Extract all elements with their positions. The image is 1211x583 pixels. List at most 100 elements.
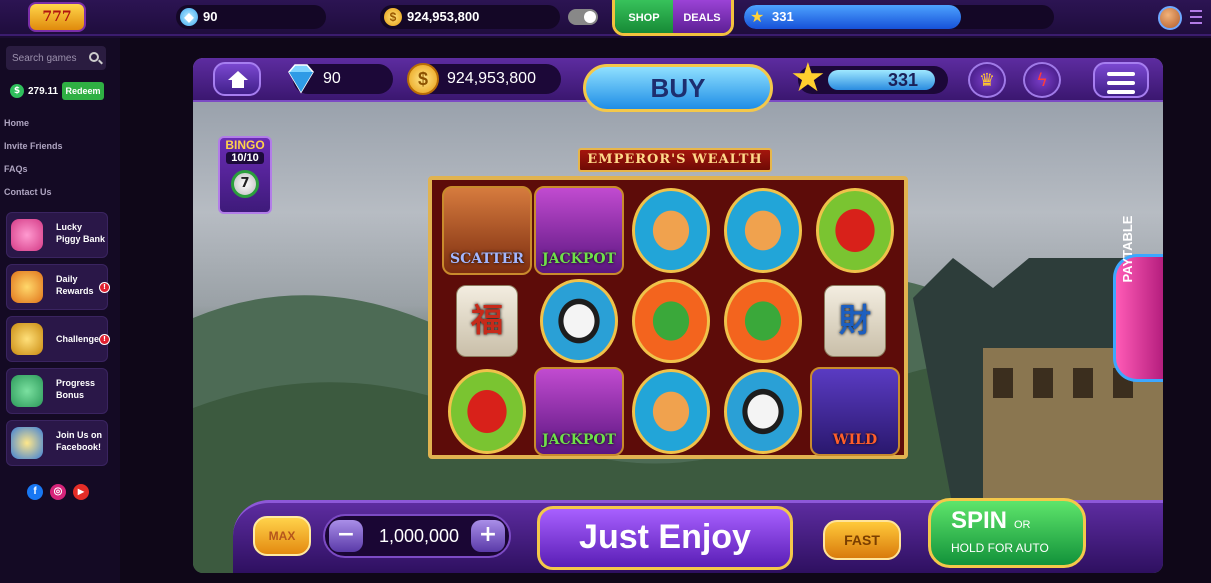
sidebar: $ 279.11 Redeem Home Invite Friends FAQs… bbox=[0, 38, 120, 583]
game-coin-count: 924,953,800 bbox=[447, 70, 536, 87]
promo-label: Lucky Piggy Bank bbox=[56, 222, 106, 244]
bingo-ball-icon: 7 bbox=[231, 170, 259, 198]
gem-balance: ◆ 90 bbox=[176, 5, 326, 29]
promo-lucky-piggy-bank[interactable]: Lucky Piggy Bank bbox=[6, 212, 108, 258]
star-icon: ★ bbox=[790, 58, 826, 101]
xp-progress-bar: ★ 331 bbox=[744, 5, 1054, 29]
coin-icon: $ bbox=[407, 63, 439, 95]
bingo-count: 10/10 bbox=[226, 152, 264, 164]
currency-toggle-icon[interactable] bbox=[568, 9, 598, 25]
cash-balance-row: $ 279.11 Redeem bbox=[10, 82, 110, 102]
symbol-caption: WILD bbox=[832, 431, 878, 448]
home-icon bbox=[228, 71, 248, 88]
level-value: 331 bbox=[887, 70, 918, 90]
shop-deals-tabs: SHOP DEALS bbox=[612, 0, 734, 36]
shop-button[interactable]: SHOP bbox=[615, 0, 673, 33]
bet-increase-button[interactable]: + bbox=[471, 520, 505, 552]
home-button[interactable] bbox=[213, 62, 261, 96]
slot-symbol-jackpot: JACKPOT bbox=[534, 367, 624, 456]
game-title: EMPEROR'S WEALTH bbox=[578, 148, 772, 172]
slot-symbol-tile: 福 bbox=[456, 284, 518, 358]
spin-or-label: OR bbox=[1014, 519, 1031, 531]
bet-decrease-button[interactable]: − bbox=[329, 520, 363, 552]
lightning-icon: ϟ bbox=[1036, 70, 1048, 91]
coins-icon bbox=[11, 427, 43, 459]
symbol-caption: 財 bbox=[838, 300, 871, 339]
gem-icon bbox=[288, 64, 314, 94]
promo-daily-rewards[interactable]: Daily Rewards ! bbox=[6, 264, 110, 310]
slot-symbol-panda bbox=[540, 278, 618, 364]
promo-join-facebook[interactable]: Join Us on Facebook! bbox=[6, 420, 108, 466]
gem-count: 90 bbox=[203, 9, 218, 24]
spin-button[interactable]: SPIN OR HOLD FOR AUTO bbox=[928, 498, 1086, 568]
symbol-caption: JACKPOT bbox=[542, 250, 616, 267]
coin-balance: $ 924,953,800 bbox=[380, 5, 560, 29]
slot-symbol-dragon bbox=[724, 278, 802, 364]
spin-hint: HOLD FOR AUTO bbox=[951, 541, 1049, 555]
top-bar: 777 ◆ 90 $ 924,953,800 SHOP DEALS ★ 331 bbox=[0, 0, 1211, 36]
bingo-widget[interactable]: BINGO 10/10 7 bbox=[218, 136, 272, 214]
sidebar-item-faqs[interactable]: FAQs bbox=[4, 164, 28, 174]
cash-balance: 279.11 bbox=[28, 86, 59, 97]
avatar[interactable] bbox=[1158, 6, 1182, 30]
instagram-icon[interactable]: ◎ bbox=[50, 484, 66, 500]
game-coin-balance: $ 924,953,800 bbox=[407, 63, 561, 95]
search-icon[interactable] bbox=[89, 52, 99, 62]
facebook-icon[interactable]: f bbox=[27, 484, 43, 500]
symbol-caption: 福 bbox=[470, 300, 503, 339]
spin-label: SPIN bbox=[951, 507, 1008, 534]
menu-icon bbox=[1107, 72, 1135, 76]
slot-symbol-envelope bbox=[448, 369, 526, 454]
fast-button[interactable]: FAST bbox=[823, 520, 901, 560]
coin-count: 924,953,800 bbox=[407, 9, 480, 24]
xp-value: 331 bbox=[772, 9, 794, 24]
vip-crown-button[interactable]: ♛ bbox=[968, 62, 1006, 98]
notification-badge: ! bbox=[99, 334, 110, 345]
slot-symbol-panda bbox=[724, 369, 802, 454]
symbol-caption: SCATTER bbox=[450, 250, 524, 267]
paytable-label: PAYTABLE bbox=[1120, 215, 1135, 283]
slot-symbol-tiger bbox=[632, 369, 710, 454]
sidebar-item-invite-friends[interactable]: Invite Friends bbox=[4, 141, 63, 151]
paytable-button[interactable]: PAYTABLE bbox=[1113, 216, 1163, 382]
gift-icon bbox=[11, 271, 43, 303]
promo-progress-bonus[interactable]: Progress Bonus bbox=[6, 368, 108, 414]
menu-icon[interactable] bbox=[1190, 10, 1202, 24]
redeem-button[interactable]: Redeem bbox=[62, 82, 104, 100]
game-gem-count: 90 bbox=[323, 70, 341, 87]
game-gem-balance: 90 bbox=[288, 64, 393, 94]
slot-symbol-envelope bbox=[816, 188, 894, 273]
bet-stepper: − 1,000,000 + bbox=[323, 514, 511, 558]
site-logo[interactable]: 777 bbox=[28, 2, 86, 32]
game-menu-button[interactable] bbox=[1093, 62, 1149, 98]
slot-symbol-jackpot: JACKPOT bbox=[534, 186, 624, 275]
bingo-title: BINGO bbox=[225, 138, 265, 152]
reel-frame: SCATTER JACKPOT 福 財 JACKPOT WILD bbox=[428, 176, 908, 459]
reel-grid: SCATTER JACKPOT 福 財 JACKPOT WILD bbox=[442, 186, 900, 456]
sidebar-item-contact-us[interactable]: Contact Us bbox=[4, 187, 52, 197]
slot-game-scene: 90 $ 924,953,800 ★ 331 ♛ ϟ BUY BINGO 10/… bbox=[193, 58, 1163, 573]
sidebar-item-home[interactable]: Home bbox=[4, 118, 29, 128]
level-progress-bar: ★ 331 bbox=[790, 58, 948, 100]
slot-symbol-tiger bbox=[724, 188, 802, 273]
slot-symbol-wild: WILD bbox=[810, 367, 900, 456]
search-input[interactable] bbox=[6, 46, 86, 70]
promo-label: Progress Bonus bbox=[56, 378, 96, 400]
slot-symbol-tiger bbox=[632, 188, 710, 273]
star-icon: ★ bbox=[750, 7, 765, 26]
game-frame: 90 $ 924,953,800 ★ 331 ♛ ϟ BUY BINGO 10/… bbox=[120, 38, 1211, 583]
search-box bbox=[6, 46, 106, 70]
coin-icon: $ bbox=[384, 8, 402, 26]
cash-coin-icon: $ bbox=[10, 84, 24, 98]
slot-symbol-scatter: SCATTER bbox=[442, 186, 532, 275]
youtube-icon[interactable]: ▶ bbox=[73, 484, 89, 500]
deals-button[interactable]: DEALS bbox=[673, 0, 731, 33]
piggy-bank-icon bbox=[11, 219, 43, 251]
promo-challenges[interactable]: Challenges ! bbox=[6, 316, 110, 362]
just-enjoy-button[interactable]: Just Enjoy bbox=[537, 506, 793, 570]
power-boost-button[interactable]: ϟ bbox=[1023, 62, 1061, 98]
max-bet-button[interactable]: MAX bbox=[253, 516, 311, 556]
slot-symbol-dragon bbox=[632, 278, 710, 364]
buy-button[interactable]: BUY bbox=[583, 64, 773, 112]
symbol-caption: JACKPOT bbox=[542, 431, 616, 448]
